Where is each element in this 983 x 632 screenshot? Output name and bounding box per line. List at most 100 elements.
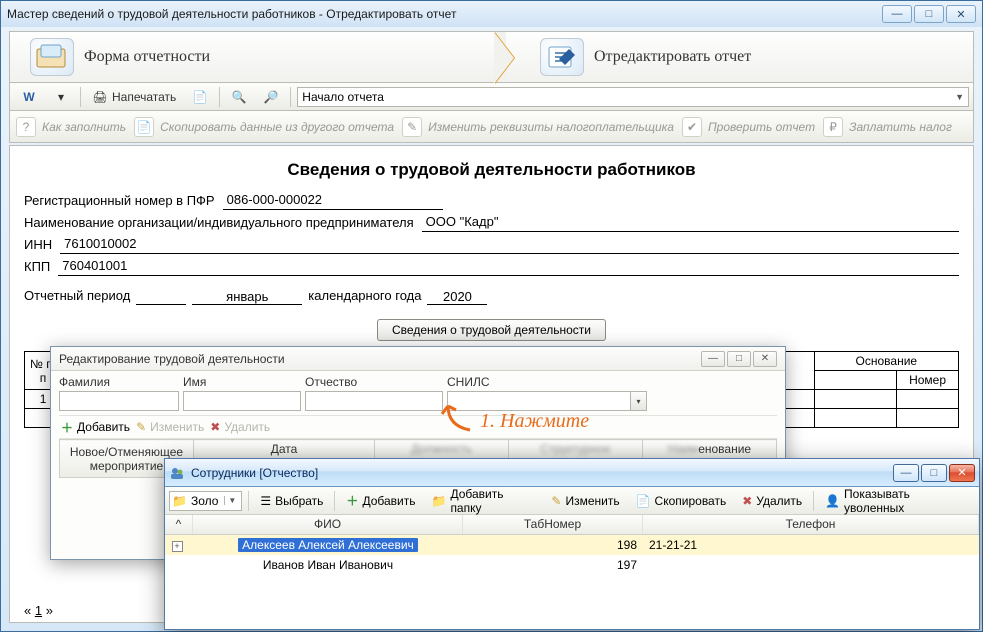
activity-info-button[interactable]: Сведения о трудовой деятельности xyxy=(377,319,606,341)
section-combo[interactable]: Начало отчета ▼ xyxy=(297,87,969,107)
maximize-button[interactable]: □ xyxy=(914,5,944,23)
printer-icon: 🖨 xyxy=(92,89,108,105)
list-icon: ☰ xyxy=(260,494,271,508)
delete-icon: ✖ xyxy=(742,494,752,508)
dlg2-delete-label: Удалить xyxy=(756,494,802,508)
dlg2-delete-button[interactable]: ✖ Удалить xyxy=(737,491,807,511)
wizard-strip: Форма отчетности Отредактировать отчет xyxy=(9,31,974,83)
employee-fio: Иванов Иван Иванович xyxy=(193,557,463,573)
change-requisites-label: Изменить реквизиты налогоплательщика xyxy=(428,120,674,134)
folder-combo[interactable]: 📁 Золо ▼ xyxy=(169,491,242,511)
reg-value[interactable]: 086-000-000022 xyxy=(223,192,443,210)
employee-row[interactable]: + Алексеев Алексей Алексеевич 198 21-21-… xyxy=(165,535,979,555)
dlg1-maximize[interactable]: □ xyxy=(727,351,751,367)
folder-value: Золо xyxy=(191,494,218,508)
check-report-label: Проверить отчет xyxy=(708,120,815,134)
plus-icon: ＋ xyxy=(346,492,358,509)
dlg1-edit-button[interactable]: ✎Изменить xyxy=(136,420,204,434)
change-requisites-button[interactable]: ✎Изменить реквизиты налогоплательщика xyxy=(402,117,674,137)
grid1-col-date: Дата xyxy=(193,440,374,459)
col-expand[interactable]: ^ xyxy=(165,515,193,534)
toolbar-primary: W ▾ 🖨 Напечатать 📄 🔍 🔎 Начало отчета ▼ xyxy=(9,83,974,111)
save-copy-button[interactable]: 📄 xyxy=(185,86,215,108)
inn-value[interactable]: 7610010002 xyxy=(60,236,959,254)
edit-report-icon xyxy=(540,38,584,76)
year-label: календарного года xyxy=(308,288,421,305)
wizard-step-1[interactable]: Форма отчетности xyxy=(10,38,230,76)
employee-row[interactable]: Иванов Иван Иванович 197 xyxy=(165,555,979,575)
middlename-input[interactable] xyxy=(305,391,443,411)
people-icon xyxy=(169,465,185,481)
snils-dropdown-button[interactable]: ▾ xyxy=(630,392,646,410)
dlg2-edit-button[interactable]: ✎Изменить xyxy=(546,491,624,511)
close-button[interactable]: ✕ xyxy=(946,5,976,23)
period-year[interactable]: 2020 xyxy=(427,289,487,305)
show-fired-label: Показывать уволенных xyxy=(844,487,970,515)
wizard-step-2[interactable]: Отредактировать отчет xyxy=(520,32,771,82)
dlg2-copy-label: Скопировать xyxy=(655,494,727,508)
zoom-in-icon: 🔍 xyxy=(231,89,247,105)
print-button[interactable]: 🖨 Напечатать xyxy=(85,86,183,108)
firstname-input[interactable] xyxy=(183,391,301,411)
col-tabnum[interactable]: ТабНомер xyxy=(463,515,643,534)
zoom-in-button[interactable]: 🔍 xyxy=(224,86,254,108)
kpp-value[interactable]: 760401001 xyxy=(58,258,959,276)
plus-icon: ＋ xyxy=(61,419,73,436)
pay-tax-button[interactable]: ₽ Заплатить налог xyxy=(823,117,952,137)
period-blank[interactable] xyxy=(136,289,186,305)
wizard-step-1-label: Форма отчетности xyxy=(84,48,210,66)
show-fired-button[interactable]: 👤Показывать уволенных xyxy=(820,484,975,518)
dlg1-add-label: Добавить xyxy=(77,420,130,434)
dlg1-title: Редактирование трудовой деятельности xyxy=(59,352,285,366)
dlg2-add-folder-label: Добавить папку xyxy=(450,487,535,515)
employee-tel: 21-21-21 xyxy=(643,537,979,553)
dlg2-copy-button[interactable]: 📄Скопировать xyxy=(631,491,732,511)
toolbar-actions: ?Как заполнить 📄Скопировать данные из др… xyxy=(9,111,974,143)
choose-label: Выбрать xyxy=(275,494,323,508)
pager[interactable]: « 1 » xyxy=(24,603,53,618)
dlg2-maximize[interactable]: □ xyxy=(921,464,947,482)
dlg1-delete-button[interactable]: ✖Удалить xyxy=(210,420,270,434)
firstname-label: Имя xyxy=(183,375,301,389)
minimize-button[interactable]: — xyxy=(882,5,912,23)
dlg1-edit-label: Изменить xyxy=(150,420,204,434)
pay-tax-label: Заплатить налог xyxy=(849,120,952,134)
check-report-button[interactable]: ✔Проверить отчет xyxy=(682,117,815,137)
lastname-input[interactable] xyxy=(59,391,179,411)
dlg1-add-button[interactable]: ＋ Добавить xyxy=(61,419,130,436)
col-num2: Номер xyxy=(897,371,959,390)
kpp-label: КПП xyxy=(24,259,50,276)
dlg2-grid-header: ^ ФИО ТабНомер Телефон xyxy=(165,515,979,535)
dlg1-close[interactable]: ✕ xyxy=(753,351,777,367)
lastname-label: Фамилия xyxy=(59,375,179,389)
employee-fio: Алексеев Алексей Алексеевич xyxy=(238,538,418,552)
zoom-out-button[interactable]: 🔎 xyxy=(256,86,286,108)
expand-icon[interactable]: + xyxy=(172,541,183,552)
dlg1-delete-label: Удалить xyxy=(224,420,270,434)
period-month[interactable]: январь xyxy=(192,289,302,305)
pager-page-1[interactable]: 1 xyxy=(35,603,42,618)
employee-tel xyxy=(643,564,979,566)
word-dropdown[interactable]: ▾ xyxy=(46,86,76,108)
choose-button[interactable]: ☰ Выбрать xyxy=(255,491,328,511)
chevron-down-icon: ▾ xyxy=(53,89,69,105)
question-icon: ? xyxy=(16,117,36,137)
pencil-icon: ✎ xyxy=(551,494,561,508)
chevron-down-icon: ▼ xyxy=(224,496,239,505)
dlg2-add-label: Добавить xyxy=(362,494,415,508)
money-icon: ₽ xyxy=(823,117,843,137)
snils-input[interactable]: ▾ xyxy=(447,391,647,411)
howto-button[interactable]: ?Как заполнить xyxy=(16,117,126,137)
word-export-button[interactable]: W xyxy=(14,86,44,108)
dlg1-minimize[interactable]: — xyxy=(701,351,725,367)
org-value[interactable]: ООО "Кадр" xyxy=(422,214,959,232)
folder-icon: 📁 xyxy=(172,494,187,508)
dlg2-close[interactable]: ✕ xyxy=(949,464,975,482)
dlg2-add-button[interactable]: ＋ Добавить xyxy=(341,489,420,512)
dlg2-titlebar: Сотрудники [Отчество] — □ ✕ xyxy=(165,459,979,487)
dlg2-add-folder-button[interactable]: 📁Добавить папку xyxy=(426,484,540,518)
col-fio[interactable]: ФИО xyxy=(193,515,463,534)
col-phone[interactable]: Телефон xyxy=(643,515,979,534)
dlg2-minimize[interactable]: — xyxy=(893,464,919,482)
copy-data-button[interactable]: 📄Скопировать данные из другого отчета xyxy=(134,117,394,137)
